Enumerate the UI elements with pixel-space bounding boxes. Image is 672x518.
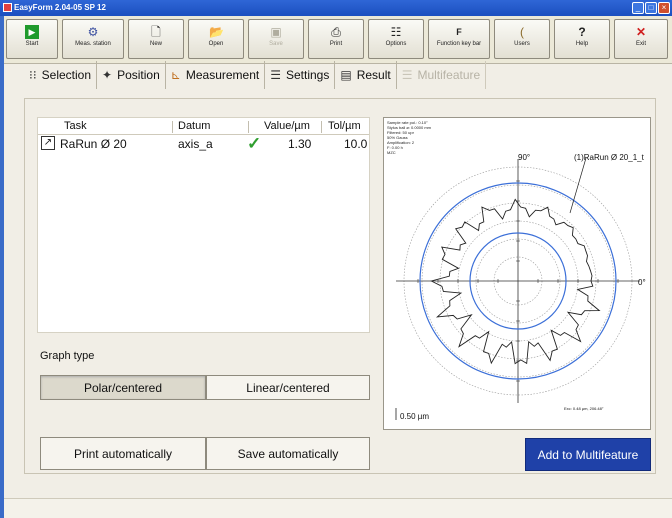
open-folder-icon: 📂: [209, 25, 224, 39]
angle-0-label: 0°: [638, 278, 646, 287]
multifeature-icon: ☰: [401, 68, 413, 82]
minimize-icon[interactable]: _: [632, 2, 644, 14]
selection-icon: ⁝⁝: [29, 68, 37, 82]
options-icon: ☷: [390, 25, 402, 39]
cell-task: RaRun Ø 20: [60, 137, 127, 151]
run-out-icon: ↗: [41, 136, 55, 150]
linear-centered-option[interactable]: Linear/centered: [206, 375, 370, 400]
exc-label: Exc: 0.48 µm, 206.48°: [564, 406, 604, 411]
header-value[interactable]: Value/µm: [264, 120, 310, 132]
maximize-icon[interactable]: □: [645, 2, 657, 14]
settings-icon: ☰: [270, 68, 281, 82]
table-header: Task Datum Value/µm Tol/µm: [38, 119, 369, 135]
cell-datum: axis_a: [178, 137, 213, 151]
check-icon: ✓: [247, 134, 262, 153]
angle-90-label: 90°: [518, 153, 531, 162]
graph-type-label: Graph type: [40, 350, 95, 362]
save-automatically-button[interactable]: Save automatically: [206, 437, 370, 470]
users-button[interactable]: ( Users: [494, 19, 550, 59]
start-button[interactable]: ▶ Start: [6, 19, 58, 59]
column-divider[interactable]: [172, 121, 173, 133]
window-controls: _ □ ×: [632, 2, 670, 14]
help-icon: ?: [578, 25, 586, 39]
status-bar: [4, 498, 672, 518]
header-task[interactable]: Task: [64, 120, 87, 132]
table-row[interactable]: ↗ RaRun Ø 20 axis_a ✓ 1.30 10.0: [38, 134, 369, 153]
function-key-icon: F: [456, 27, 462, 37]
close-icon[interactable]: ×: [658, 2, 670, 14]
tab-measurement[interactable]: ⊾ Measurement: [166, 61, 266, 89]
position-icon: ✦: [102, 68, 113, 82]
tab-multifeature[interactable]: ☰ Multifeature: [397, 61, 487, 89]
function-key-bar-button[interactable]: F Function key bar: [428, 19, 490, 59]
new-button[interactable]: 🗋 New: [128, 19, 184, 59]
toolbar: ▶ Start ⚙ Meas. station 🗋 New 📂 Open ▣ S…: [4, 16, 672, 64]
users-icon: (: [520, 25, 524, 39]
polar-centered-option[interactable]: Polar/centered: [40, 375, 206, 400]
tab-selection[interactable]: ⁝⁝ Selection: [24, 61, 98, 89]
print-button[interactable]: ⎙ Print: [308, 19, 364, 59]
header-tol[interactable]: Tol/µm: [328, 120, 361, 132]
curve-label: (1)RaRun Ø 20_1_t: [574, 153, 644, 162]
results-table: Task Datum Value/µm Tol/µm ↗ RaRun Ø 20 …: [37, 117, 370, 333]
header-datum[interactable]: Datum: [178, 120, 210, 132]
tab-result[interactable]: ▤ Result: [335, 61, 397, 89]
add-to-multifeature-button[interactable]: Add to Multifeature: [525, 438, 651, 471]
window-title: EasyForm 2.04-05 SP 12: [14, 3, 106, 12]
exit-icon: ✕: [635, 25, 647, 39]
scale-label: 0.50 µm: [400, 412, 430, 421]
polar-graph: Sample rate pol.: 0.10° Stylus ball ø: 0…: [383, 117, 651, 430]
polar-plot: [395, 157, 640, 420]
station-icon: ⚙: [87, 25, 99, 39]
print-automatically-button[interactable]: Print automatically: [40, 437, 206, 470]
column-divider[interactable]: [321, 121, 322, 133]
cell-tol: 10.0: [344, 137, 368, 151]
measurement-icon: ⊾: [170, 68, 181, 82]
tab-settings[interactable]: ☰ Settings: [265, 61, 336, 89]
open-button[interactable]: 📂 Open: [188, 19, 244, 59]
column-divider[interactable]: [248, 121, 249, 133]
tab-position[interactable]: ✦ Position: [97, 61, 166, 89]
exit-button[interactable]: ✕ Exit: [614, 19, 668, 59]
cell-value: 1.30: [288, 137, 312, 151]
play-icon: ▶: [25, 25, 39, 39]
new-document-icon: 🗋: [151, 25, 161, 39]
save-button[interactable]: ▣ Save: [248, 19, 304, 59]
printer-icon: ⎙: [331, 25, 341, 39]
tab-bar: ⁝⁝ Selection ✦ Position ⊾ Measurement ☰ …: [24, 61, 487, 89]
profile-curve: [430, 198, 601, 365]
options-button[interactable]: ☷ Options: [368, 19, 424, 59]
meas-station-button[interactable]: ⚙ Meas. station: [62, 19, 124, 59]
app-icon: [3, 3, 12, 12]
title-bar: EasyForm 2.04-05 SP 12 _ □ ×: [0, 0, 672, 16]
curve-label-leader: [569, 157, 587, 214]
result-icon: ▤: [340, 68, 352, 82]
save-icon: ▣: [270, 25, 282, 39]
help-button[interactable]: ? Help: [554, 19, 610, 59]
